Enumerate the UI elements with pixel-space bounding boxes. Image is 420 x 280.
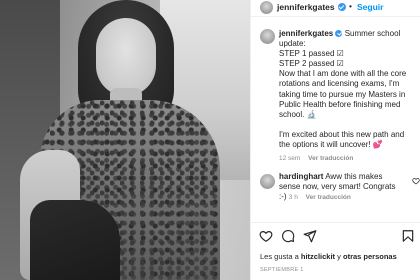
likes-middle: y — [335, 252, 343, 261]
caption-body-2: I'm excited about this new path and the … — [279, 129, 405, 149]
comment-translate-link[interactable]: Ver traducción — [306, 194, 351, 201]
post-side-panel: jenniferkgates • Seguir jenniferkgates S… — [250, 0, 420, 280]
likes-prefix: Les gusta a — [260, 252, 301, 261]
caption-avatar[interactable] — [260, 29, 275, 44]
verified-badge-icon — [338, 3, 346, 11]
caption-time[interactable]: 12 sem — [279, 155, 300, 162]
commenter-username[interactable]: hardinghart — [279, 172, 323, 181]
share-icon[interactable] — [303, 229, 317, 243]
bookmark-icon[interactable] — [401, 229, 415, 243]
post-date[interactable]: SEPTIEMBRE 1 — [260, 267, 304, 273]
small-heart-icon[interactable] — [412, 177, 420, 185]
photo-face — [96, 18, 156, 96]
likes-others[interactable]: otras personas — [343, 252, 397, 261]
photo-jacket — [30, 200, 120, 280]
caption-line-step2: STEP 2 passed ☑ — [279, 59, 344, 69]
caption-meta: 12 sem Ver traducción — [279, 154, 417, 164]
author-avatar[interactable] — [260, 1, 273, 14]
caption-body: Now that I am done with all the core rot… — [279, 69, 407, 119]
caption-translate-link[interactable]: Ver traducción — [308, 155, 353, 162]
caption-line-step1: STEP 1 passed ☑ — [279, 49, 344, 59]
likes-summary: Les gusta a hitzclickit y otras personas — [260, 252, 397, 261]
caption-username[interactable]: jenniferkgates — [279, 29, 333, 38]
post-photo[interactable] — [0, 0, 250, 280]
post-actions-bar — [259, 229, 415, 245]
post-header: jenniferkgates • Seguir — [251, 0, 420, 17]
verified-badge-icon — [335, 30, 343, 37]
author-username[interactable]: jenniferkgates — [277, 2, 335, 12]
follow-button[interactable]: Seguir — [357, 2, 383, 12]
likes-user[interactable]: hitzclickit — [301, 252, 335, 261]
comment-meta: 3 h Ver traducción — [289, 194, 351, 201]
comment-icon[interactable] — [281, 229, 295, 243]
actions-divider — [251, 222, 420, 223]
comment-text: hardinghart Aww this makes sense now, ve… — [279, 172, 399, 203]
comment-time[interactable]: 3 h — [289, 194, 298, 201]
caption-text: jenniferkgates Summer school update: STE… — [279, 29, 417, 164]
heart-icon[interactable] — [259, 229, 273, 243]
commenter-avatar[interactable] — [260, 174, 275, 189]
header-separator-dot: • — [349, 1, 352, 11]
